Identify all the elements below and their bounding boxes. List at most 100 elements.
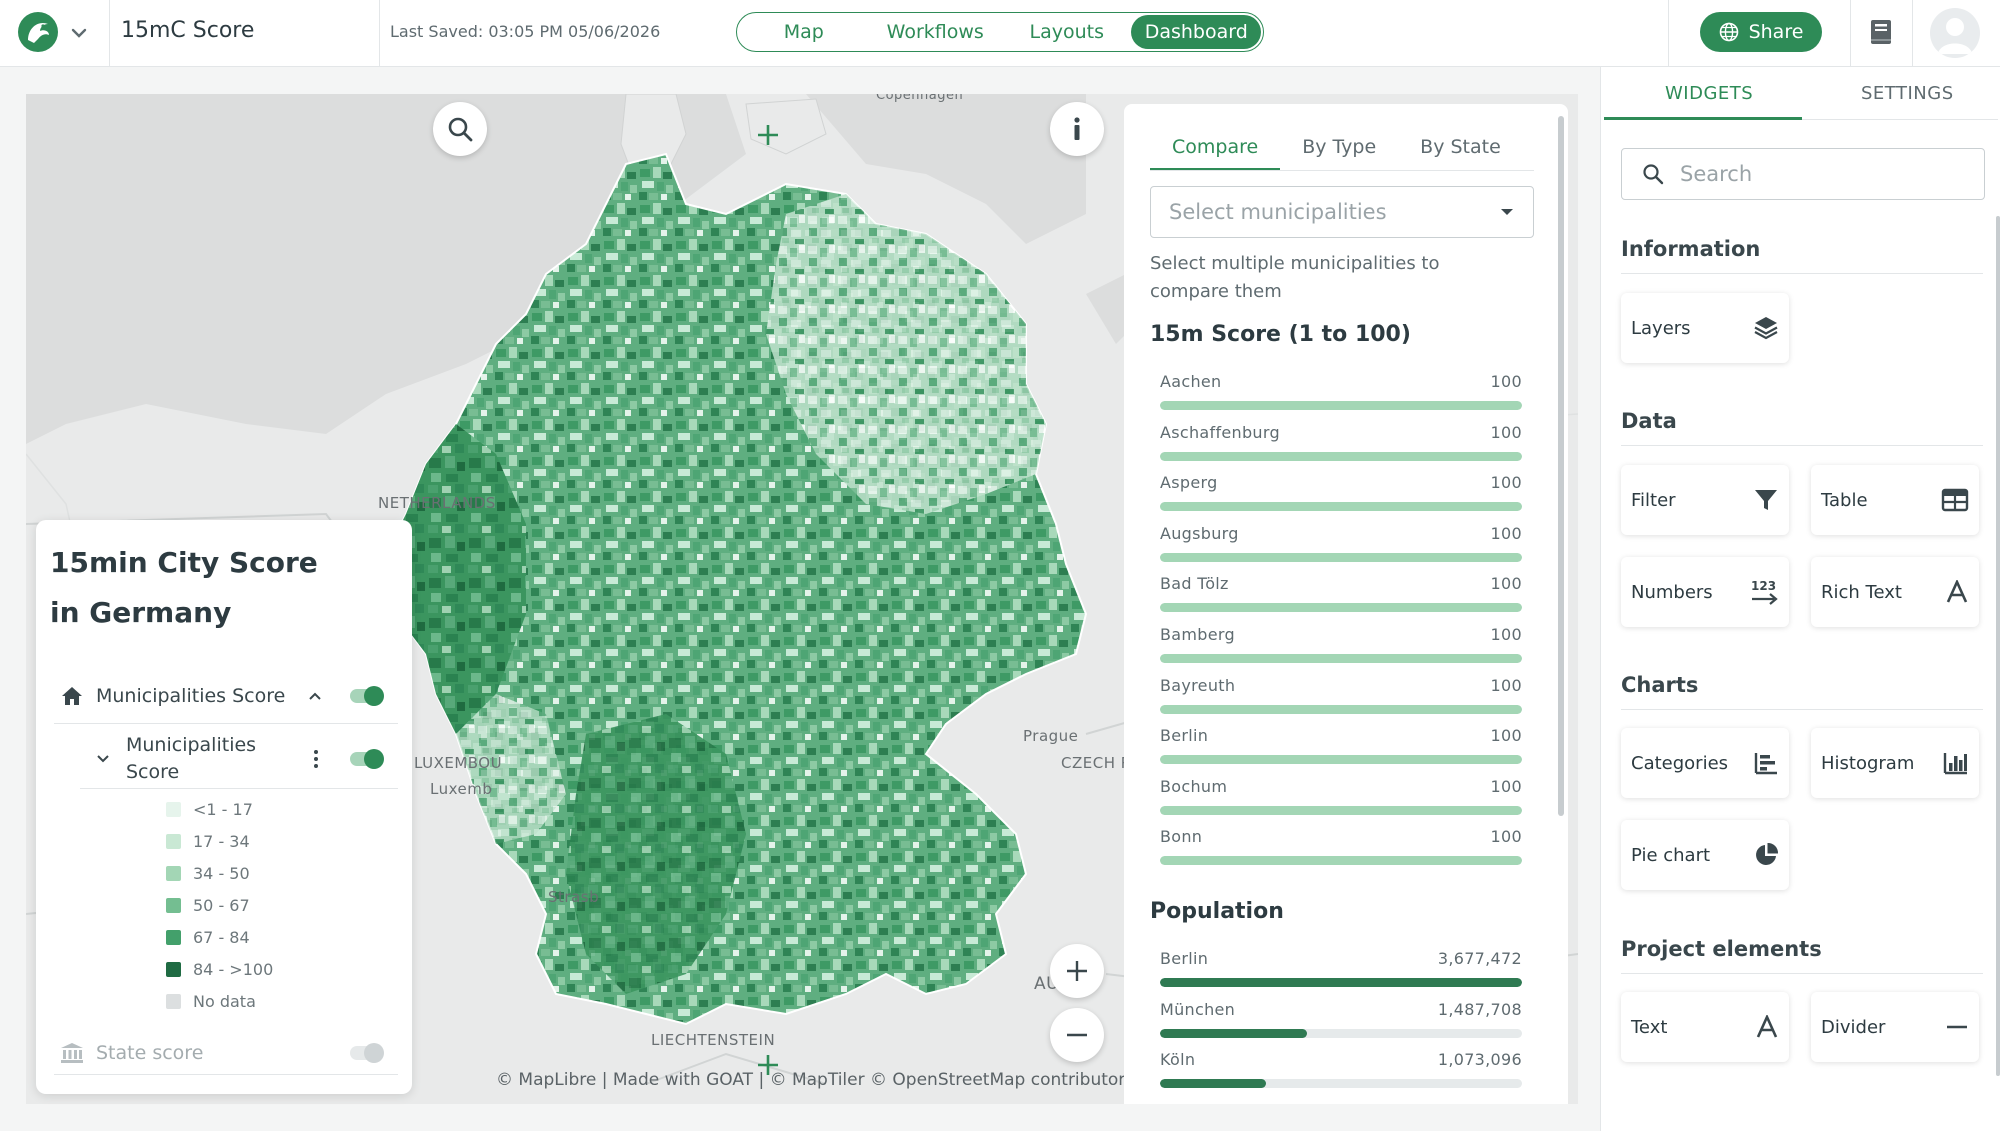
divider xyxy=(1150,170,1534,171)
map-info-button[interactable] xyxy=(1050,102,1104,156)
bar-name: Bochum xyxy=(1160,776,1228,796)
more-vertical-icon[interactable] xyxy=(312,749,320,769)
legend-card: 15min City Score in Germany Municipaliti… xyxy=(36,520,412,1094)
layer-group-visibility-toggle[interactable] xyxy=(350,686,384,706)
population-bar-row[interactable]: München 1,487,708 xyxy=(1160,1000,1522,1038)
score-bar-row[interactable]: Bad Tölz 100 xyxy=(1160,574,1522,613)
add-widget-top-button[interactable] xyxy=(741,108,795,162)
legend-class-label: 67 - 84 xyxy=(193,928,250,947)
population-bar-row[interactable]: Köln 1,073,096 xyxy=(1160,1050,1522,1089)
share-button[interactable]: Share xyxy=(1700,12,1822,52)
bar-track xyxy=(1160,978,1522,987)
chevron-down-icon[interactable] xyxy=(94,750,112,768)
bar-name: München xyxy=(1160,999,1236,1019)
tab-layouts[interactable]: Layouts xyxy=(1002,15,1132,49)
layer-visibility-toggle[interactable] xyxy=(350,749,384,769)
bar-fill xyxy=(1160,451,1522,461)
score-bar-row[interactable]: Berlin 100 xyxy=(1160,726,1522,765)
zoom-out-button[interactable] xyxy=(1050,1008,1104,1062)
score-bar-row[interactable]: Aachen 100 xyxy=(1160,372,1522,410)
score-bar-row[interactable]: Bayreuth 100 xyxy=(1160,676,1522,714)
bar-value: 100 xyxy=(1490,675,1522,695)
share-label: Share xyxy=(1748,21,1804,43)
score-bar-row[interactable]: Asperg 100 xyxy=(1160,473,1522,512)
divider xyxy=(54,723,398,724)
bar-name: Bamberg xyxy=(1160,625,1235,644)
widget-text[interactable]: Text xyxy=(1621,992,1789,1062)
state-layer-label: State score xyxy=(96,1042,204,1064)
score-bar-row[interactable]: Augsburg 100 xyxy=(1160,524,1522,562)
score-bar-row[interactable]: Bochum 100 xyxy=(1160,777,1522,815)
widget-numbers[interactable]: Numbers 123 xyxy=(1621,557,1789,627)
widget-table[interactable]: Table xyxy=(1811,465,1979,535)
tab-by-type[interactable]: By Type xyxy=(1280,136,1398,170)
bar-name: Berlin xyxy=(1160,726,1209,746)
tab-workflows[interactable]: Workflows xyxy=(869,15,1002,49)
main-nav-tabs: Map Workflows Layouts Dashboard xyxy=(736,12,1264,52)
widget-rich-text[interactable]: Rich Text xyxy=(1811,557,1979,627)
bar-name: Augsburg xyxy=(1160,523,1239,543)
avatar-icon[interactable] xyxy=(1930,8,1980,58)
divider xyxy=(1621,709,1983,710)
score-bar-row[interactable]: Bonn 100 xyxy=(1160,827,1522,866)
bar-labels: Aschaffenburg 100 xyxy=(1160,423,1522,442)
zoom-in-button[interactable] xyxy=(1050,944,1104,998)
search-icon xyxy=(448,117,473,142)
score-bar-row[interactable]: Bamberg 100 xyxy=(1160,625,1522,663)
bar-labels: Köln 1,073,096 xyxy=(1160,1050,1522,1069)
legend-title-line1: 15min City Score xyxy=(50,546,318,579)
bar-name: Bonn xyxy=(1160,827,1203,847)
widget-filter[interactable]: Filter xyxy=(1621,465,1789,535)
state-layer-visibility-toggle[interactable] xyxy=(350,1043,384,1063)
population-section-title: Population xyxy=(1150,899,1284,924)
dashboard-scrollbar[interactable] xyxy=(1558,116,1564,816)
tab-widgets[interactable]: WIDGETS xyxy=(1665,83,1753,104)
tab-settings[interactable]: SETTINGS xyxy=(1861,83,1954,104)
population-bar-row[interactable]: Berlin 3,677,472 xyxy=(1160,949,1522,987)
score-bar-row[interactable]: Aschaffenburg 100 xyxy=(1160,423,1522,461)
widget-pie-chart[interactable]: Pie chart xyxy=(1621,820,1789,890)
goat-logo-icon[interactable] xyxy=(16,10,60,54)
widget-divider[interactable]: Divider xyxy=(1811,992,1979,1062)
divider xyxy=(379,0,380,67)
bar-fill xyxy=(1160,1028,1307,1038)
last-saved-status: Last Saved: 03:05 PM 05/06/2026 xyxy=(390,22,661,41)
bar-chart-horizontal-icon xyxy=(1754,753,1777,775)
tab-dashboard[interactable]: Dashboard xyxy=(1131,15,1261,49)
section-charts: Charts xyxy=(1621,673,1699,697)
legend-class-label: No data xyxy=(193,992,256,1011)
active-tab-indicator xyxy=(1604,117,1802,120)
state-layer-row[interactable]: State score xyxy=(48,1038,398,1068)
divider xyxy=(80,788,398,789)
book-icon[interactable] xyxy=(1868,18,1894,46)
widget-search-input[interactable]: Search xyxy=(1621,148,1985,200)
bar-track xyxy=(1160,552,1522,562)
map-search-button[interactable] xyxy=(433,102,487,156)
chevron-up-icon[interactable] xyxy=(306,687,324,705)
info-icon xyxy=(1074,117,1080,140)
bank-icon xyxy=(61,1043,83,1063)
tab-compare[interactable]: Compare xyxy=(1150,136,1281,170)
legend-class-row: 17 - 34 xyxy=(166,832,250,851)
widget-histogram[interactable]: Histogram xyxy=(1811,728,1979,798)
widget-categories[interactable]: Categories xyxy=(1621,728,1789,798)
bar-fill xyxy=(1160,1079,1266,1089)
tab-by-state[interactable]: By State xyxy=(1398,136,1523,170)
legend-class-label: 34 - 50 xyxy=(193,864,250,883)
chevron-down-icon[interactable] xyxy=(66,20,92,46)
divider xyxy=(1621,445,1983,446)
bar-name: Bad Tölz xyxy=(1160,574,1229,594)
table-icon xyxy=(1941,488,1969,512)
layer-group-row[interactable]: Municipalities Score xyxy=(48,680,398,712)
plus-icon xyxy=(758,125,778,145)
bar-value: 100 xyxy=(1490,827,1522,847)
project-title[interactable]: 15mC Score xyxy=(121,18,254,43)
municipality-select[interactable]: Select municipalities xyxy=(1150,186,1534,238)
bar-fill xyxy=(1160,755,1522,765)
sidebar-scrollbar[interactable] xyxy=(1996,216,2000,1076)
legend-swatch xyxy=(166,962,181,977)
tab-map[interactable]: Map xyxy=(739,15,869,49)
widget-layers[interactable]: Layers xyxy=(1621,293,1789,363)
layer-row[interactable]: Municipalities Score xyxy=(48,730,398,788)
score-section-title: 15m Score (1 to 100) xyxy=(1150,322,1411,347)
